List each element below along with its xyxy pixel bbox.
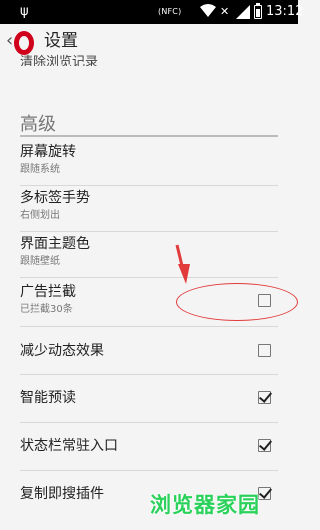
item-subtitle: 跟随系统 (20, 164, 60, 175)
item-title: 复制即搜插件 (20, 486, 104, 502)
list-item-clear-history[interactable]: 清除浏览记录 (20, 52, 98, 66)
divider (20, 326, 278, 327)
signal-icon (236, 5, 250, 19)
list-item-multitab-gesture[interactable]: 多标签手势 右侧划出 (0, 188, 298, 228)
page-title: 设置 (44, 31, 78, 51)
item-title: 智能预读 (20, 390, 76, 406)
status-bar: ψ (NFC) ✕ 13:12 (0, 0, 303, 24)
chevron-left-icon: ‹ (6, 30, 14, 51)
usb-icon: ψ (20, 4, 29, 19)
item-title: 多标签手势 (20, 190, 90, 206)
smart-preload-checkbox[interactable] (258, 391, 271, 404)
item-title: 状态栏常驻入口 (20, 438, 118, 454)
item-title: 减少动态效果 (20, 343, 104, 359)
section-title-advanced: 高级 (20, 114, 56, 135)
watermark-logo: 浏览器家园 (150, 493, 260, 517)
divider (20, 470, 278, 471)
divider (20, 185, 278, 186)
item-title: 界面主题色 (20, 236, 90, 252)
divider (20, 231, 278, 232)
section-divider (20, 135, 278, 137)
status-time: 13:12 (266, 4, 304, 19)
item-title: 屏幕旋转 (20, 144, 76, 160)
wifi-icon (200, 4, 216, 17)
divider (20, 277, 278, 278)
list-item-reduce-motion[interactable]: 减少动态效果 (0, 330, 298, 370)
list-item-theme-color[interactable]: 界面主题色 跟随壁纸 (0, 234, 298, 274)
reduce-motion-checkbox[interactable] (258, 344, 271, 357)
mute-icon: ✕ (220, 5, 230, 18)
item-title: 广告拦截 (20, 284, 76, 300)
list-item-smart-preload[interactable]: 智能预读 (0, 378, 298, 418)
item-subtitle: 已拦截30条 (20, 304, 73, 315)
item-subtitle: 跟随壁纸 (20, 256, 60, 267)
list-item-statusbar-entry[interactable]: 状态栏常驻入口 (0, 426, 298, 466)
battery-icon (254, 3, 262, 19)
nfc-indicator: (NFC) (158, 7, 182, 16)
item-subtitle: 右侧划出 (20, 210, 60, 221)
divider (20, 422, 278, 423)
annotation-ellipse (176, 283, 298, 321)
list-item-screen-rotation[interactable]: 屏幕旋转 跟随系统 (0, 142, 298, 182)
statusbar-entry-checkbox[interactable] (258, 439, 271, 452)
divider (20, 374, 278, 375)
